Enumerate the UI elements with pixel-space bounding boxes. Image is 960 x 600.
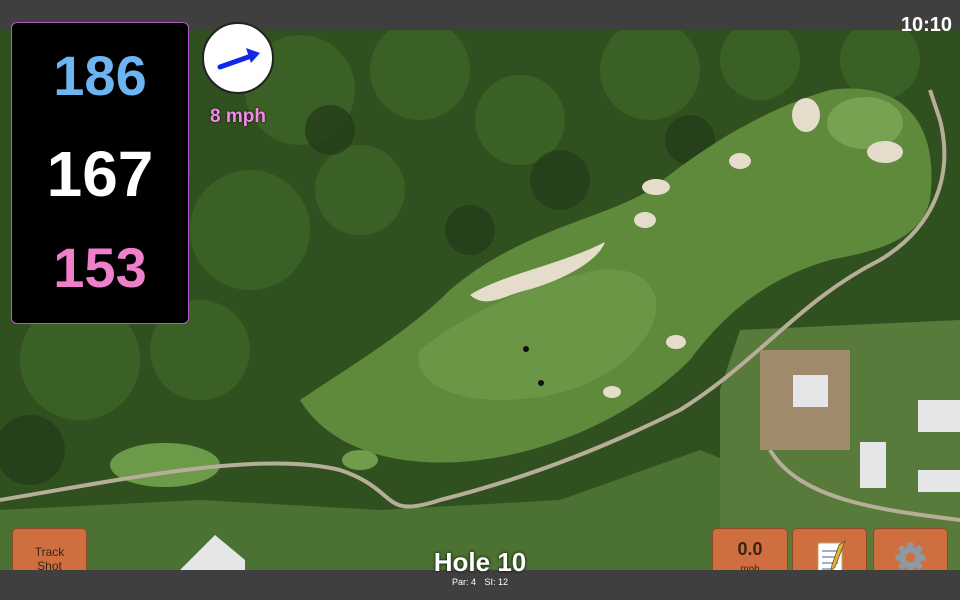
distance-front: 153 — [53, 236, 147, 299]
hole-par: Par: 4 — [451, 577, 476, 587]
status-clock: 10:10 — [900, 14, 952, 36]
distance-back: 186 — [53, 44, 147, 107]
hole-info: Par: 4 SI: 12 — [380, 577, 580, 587]
wind-indicator — [202, 22, 274, 94]
distance-middle: 167 — [46, 138, 154, 210]
wind-speed-label: 8 mph — [210, 106, 266, 127]
hole-stroke-index: SI: 12 — [484, 577, 509, 587]
speed-value: 0.0 — [737, 539, 763, 559]
hole-title: Hole 10 — [433, 547, 527, 577]
track-shot-label-line1: Track — [34, 545, 65, 559]
wind-arrow-icon — [217, 48, 260, 70]
distance-panel: 186 167 153 — [11, 22, 189, 324]
